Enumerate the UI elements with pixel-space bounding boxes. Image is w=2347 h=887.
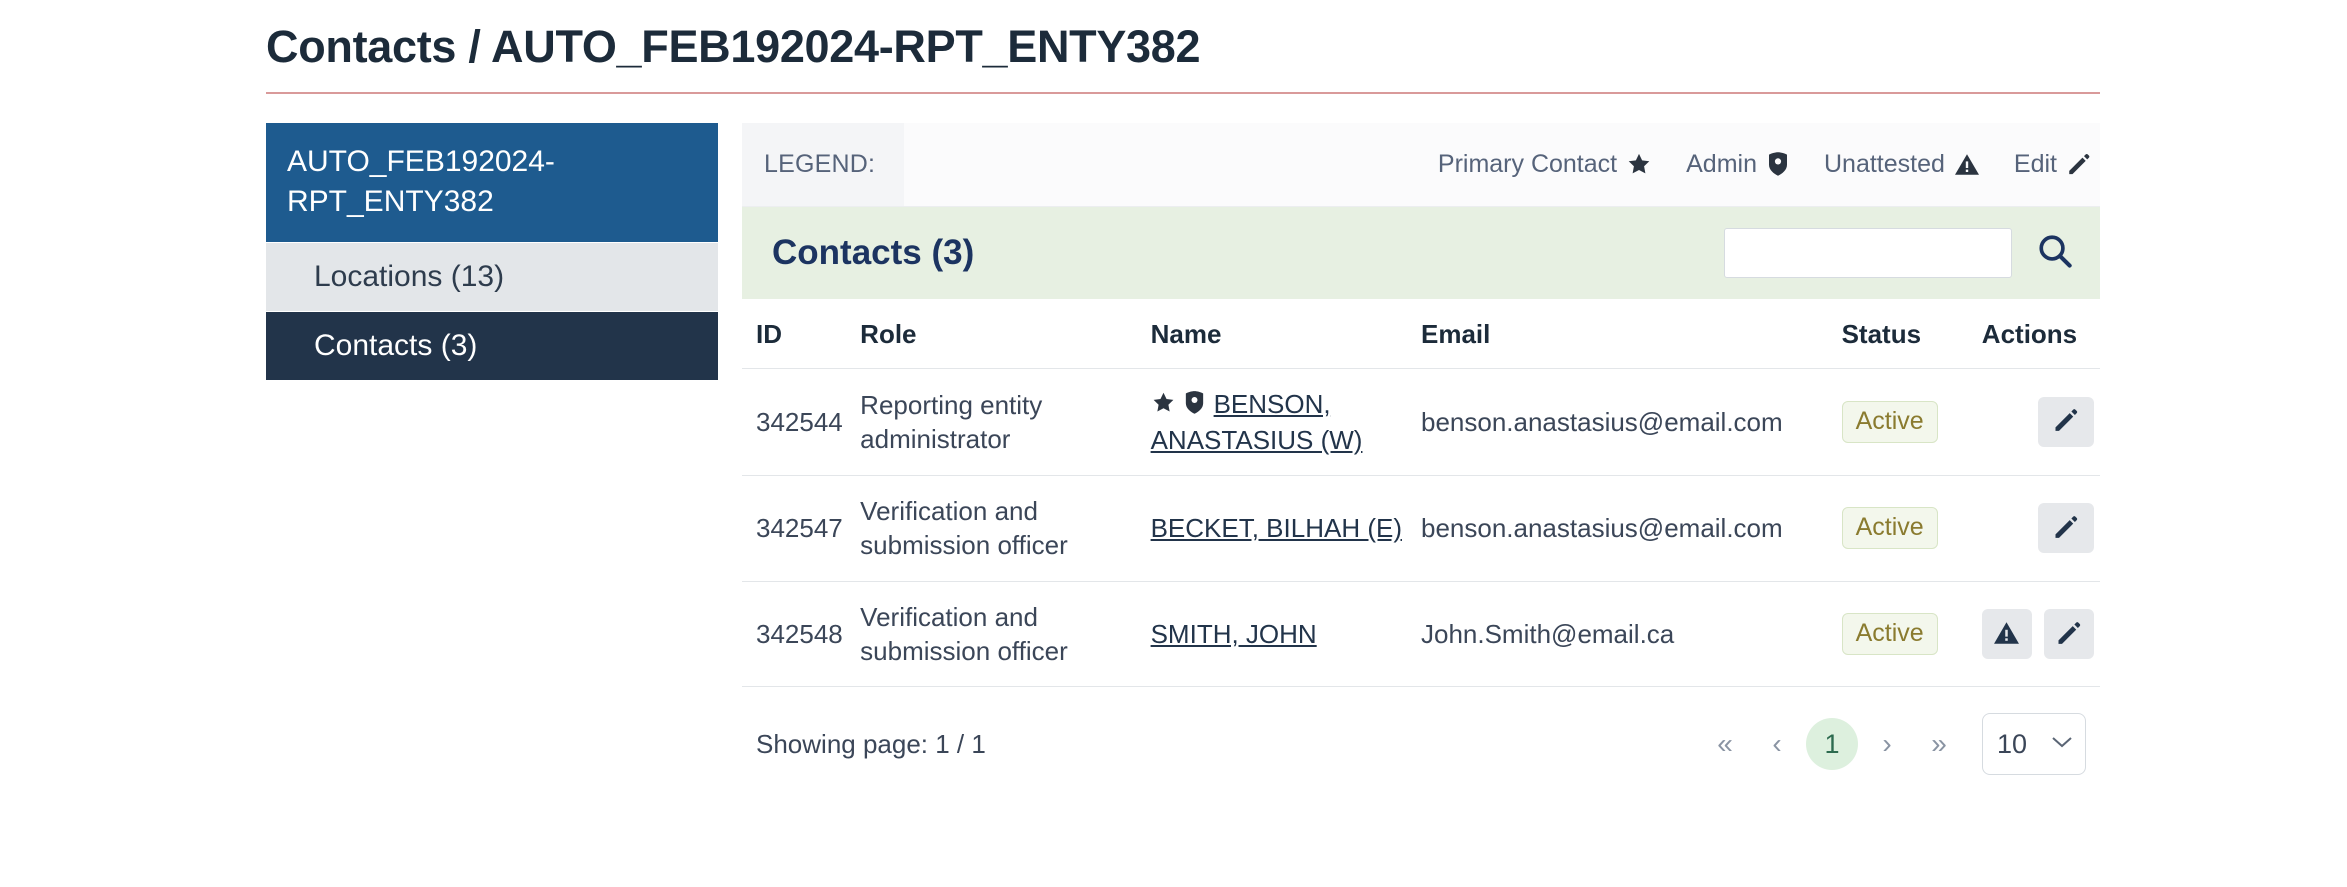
star-icon xyxy=(1151,389,1176,423)
name-badge-icons xyxy=(1151,389,1206,423)
cell-email: John.Smith@email.ca xyxy=(1420,581,1842,688)
status-badge: Active xyxy=(1841,613,1938,656)
unattested-button[interactable] xyxy=(1981,609,2032,660)
column-header-status: Status xyxy=(1841,298,1982,369)
section-header: Contacts (3) xyxy=(742,206,2100,299)
status-badge: Active xyxy=(1841,507,1938,550)
pagination-page-1[interactable]: 1 xyxy=(1806,718,1858,771)
table-header-row: ID Role Name Email Status Actions xyxy=(742,298,2100,369)
sidebar-item-locations[interactable]: Locations (13) xyxy=(266,241,718,311)
cell-actions xyxy=(1981,475,2100,582)
edit-button[interactable] xyxy=(2043,609,2094,660)
column-header-name: Name xyxy=(1150,298,1421,369)
cell-name: BENSON, ANASTASIUS (W) xyxy=(1150,368,1421,477)
legend-unattested-label: Unattested xyxy=(1823,149,1945,178)
legend-items: Primary Contact Admin Unattested Edit xyxy=(904,123,2100,206)
table-row: 342547 Verification and submission offic… xyxy=(742,475,2100,582)
warning-triangle-icon xyxy=(1993,620,2020,649)
row-actions xyxy=(1982,503,2100,554)
sidebar-entity-header: AUTO_FEB192024-RPT_ENTY382 xyxy=(266,122,718,242)
cell-status: Active xyxy=(1841,368,1982,477)
row-actions xyxy=(1982,396,2100,447)
sidebar-item-contacts[interactable]: Contacts (3) xyxy=(266,310,718,380)
content-panel: LEGEND: Primary Contact Admin Unattested… xyxy=(742,122,2100,776)
edit-button[interactable] xyxy=(2038,503,2094,554)
cell-name: SMITH, JOHN xyxy=(1150,581,1421,688)
legend-admin-label: Admin xyxy=(1686,149,1757,178)
cell-id: 342548 xyxy=(742,581,861,688)
shield-icon xyxy=(1183,389,1206,423)
pagination-last[interactable]: » xyxy=(1916,721,1962,767)
search-area xyxy=(1724,227,2078,278)
search-icon xyxy=(2036,232,2074,273)
pagination-first[interactable]: « xyxy=(1702,721,1748,767)
legend-primary-contact-label: Primary Contact xyxy=(1437,149,1618,178)
search-button[interactable] xyxy=(2032,232,2078,273)
warning-triangle-icon xyxy=(1954,152,1980,177)
cell-name: BECKET, BILHAH (E) xyxy=(1150,475,1421,582)
column-header-id: ID xyxy=(742,298,861,369)
showing-page-label: Showing page: 1 / 1 xyxy=(756,728,986,759)
legend-item-primary-contact: Primary Contact xyxy=(1438,150,1652,179)
sidebar: AUTO_FEB192024-RPT_ENTY382 Locations (13… xyxy=(266,122,718,380)
status-badge: Active xyxy=(1841,400,1938,443)
cell-role: Verification and submission officer xyxy=(860,475,1151,582)
per-page-value: 10 xyxy=(1997,728,2028,759)
cell-actions xyxy=(1981,368,2100,477)
cell-status: Active xyxy=(1841,581,1982,688)
sidebar-item-label: Contacts (3) xyxy=(314,328,478,362)
table-footer: Showing page: 1 / 1 « ‹ 1 › » 10 xyxy=(742,687,2100,776)
column-header-email: Email xyxy=(1420,298,1842,369)
table-row: 342544 Reporting entity administrator BE… xyxy=(742,368,2100,477)
legend-edit-label: Edit xyxy=(2013,149,2057,178)
pencil-icon xyxy=(2066,151,2092,177)
pagination-next[interactable]: › xyxy=(1864,721,1910,767)
section-title: Contacts (3) xyxy=(772,232,975,272)
cell-id: 342544 xyxy=(742,368,861,477)
legend-label-text: LEGEND: xyxy=(764,149,876,178)
column-header-actions: Actions xyxy=(1981,298,2100,369)
cell-role: Reporting entity administrator xyxy=(860,368,1151,477)
contact-name-link[interactable]: BECKET, BILHAH (E) xyxy=(1151,513,1402,543)
contact-name-link[interactable]: SMITH, JOHN xyxy=(1151,619,1317,649)
page-body: AUTO_FEB192024-RPT_ENTY382 Locations (13… xyxy=(0,94,2347,776)
per-page-select[interactable]: 10 xyxy=(1982,713,2086,776)
legend-item-unattested: Unattested xyxy=(1824,150,1980,179)
legend-item-edit: Edit xyxy=(2014,150,2092,179)
legend-label: LEGEND: xyxy=(742,122,904,206)
cell-role: Verification and submission officer xyxy=(860,581,1151,688)
search-input[interactable] xyxy=(1724,227,2012,278)
edit-button[interactable] xyxy=(2038,396,2094,447)
chevron-down-icon xyxy=(2051,735,2073,754)
legend-bar: LEGEND: Primary Contact Admin Unattested… xyxy=(742,122,2100,207)
pencil-icon xyxy=(2052,513,2080,544)
cell-actions xyxy=(1981,581,2100,688)
contacts-table: ID Role Name Email Status Actions 342544… xyxy=(742,298,2100,688)
page-header: Contacts / AUTO_FEB192024-RPT_ENTY382 xyxy=(0,0,2347,94)
sidebar-item-label: Locations (13) xyxy=(314,259,505,293)
shield-icon xyxy=(1766,151,1790,177)
pagination: « ‹ 1 › » 10 xyxy=(1702,713,2086,776)
cell-status: Active xyxy=(1841,475,1982,582)
column-header-role: Role xyxy=(860,298,1151,369)
row-actions xyxy=(1981,609,2100,660)
cell-id: 342547 xyxy=(742,475,861,582)
legend-item-admin: Admin xyxy=(1686,150,1790,179)
pencil-icon xyxy=(2052,406,2080,437)
page-title: Contacts / AUTO_FEB192024-RPT_ENTY382 xyxy=(266,21,1201,72)
pencil-icon xyxy=(2055,619,2083,650)
cell-email: benson.anastasius@email.com xyxy=(1420,368,1842,477)
cell-email: benson.anastasius@email.com xyxy=(1420,475,1842,582)
star-icon xyxy=(1626,151,1652,177)
pagination-prev[interactable]: ‹ xyxy=(1754,721,1800,767)
table-row: 342548 Verification and submission offic… xyxy=(742,581,2100,688)
